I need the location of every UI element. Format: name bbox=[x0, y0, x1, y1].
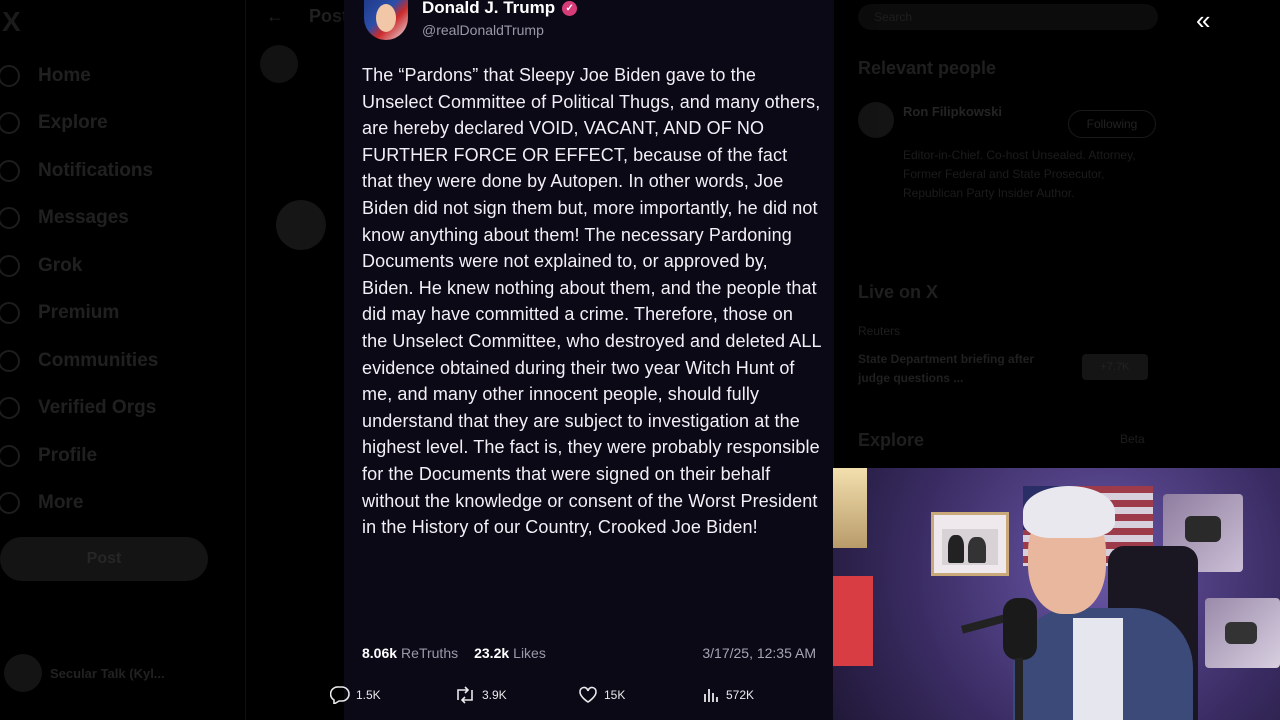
relevant-person-name[interactable]: Ron Filipkowski bbox=[903, 104, 1002, 119]
person-icon bbox=[0, 444, 20, 467]
live-source: Reuters bbox=[858, 324, 901, 338]
back-arrow-icon[interactable]: ← bbox=[266, 6, 284, 26]
framed-picture bbox=[931, 512, 1009, 576]
sidebar-item-label: Messages bbox=[38, 207, 129, 229]
following-button[interactable]: Following bbox=[1068, 110, 1156, 138]
author-name[interactable]: Donald J. Trump bbox=[422, 0, 555, 18]
views-button[interactable]: 572K bbox=[702, 686, 826, 704]
retruths-label: ReTruths bbox=[401, 645, 459, 661]
sidebar-nav: Home Explore Notifications Messages Grok Prem… bbox=[0, 52, 240, 527]
heart-icon bbox=[579, 686, 597, 703]
youtube-play-button-award bbox=[1205, 598, 1280, 668]
relevant-people-heading: Relevant people bbox=[858, 58, 997, 78]
lamp bbox=[833, 468, 867, 548]
bookshelf bbox=[833, 576, 873, 666]
sidebar-item-more[interactable]: More bbox=[0, 480, 240, 528]
like-button[interactable]: 15K bbox=[578, 686, 702, 704]
author-handle[interactable]: @realDonaldTrump bbox=[422, 22, 577, 38]
sidebar-item-grok[interactable]: Grok bbox=[0, 242, 240, 290]
sidebar-item-label: More bbox=[38, 492, 84, 514]
sidebar-item-communities[interactable]: Communities bbox=[0, 337, 240, 385]
grok-icon bbox=[0, 254, 20, 277]
x-logo[interactable]: X bbox=[2, 6, 21, 38]
post-header: ← Post bbox=[266, 6, 348, 27]
repost-icon bbox=[457, 686, 473, 704]
reply-button[interactable]: 1.5K bbox=[330, 686, 454, 704]
retruths-count: 8.06k bbox=[362, 645, 398, 661]
reply-icon bbox=[330, 686, 350, 704]
sidebar-item-profile[interactable]: Profile bbox=[0, 432, 240, 480]
sidebar-item-messages[interactable]: Messages bbox=[0, 195, 240, 243]
truth-post-card: Donald J. Trump ✓ @realDonaldTrump The “… bbox=[344, 0, 834, 720]
search-icon bbox=[0, 112, 20, 135]
reply-count: 1.5K bbox=[356, 688, 381, 702]
communities-icon bbox=[0, 349, 20, 372]
lightning-icon bbox=[0, 397, 20, 420]
live-listeners[interactable]: +7.7K bbox=[1082, 354, 1148, 380]
post-body: The “Pardons” that Sleepy Joe Biden gave… bbox=[362, 65, 821, 538]
post-action-bar: 1.5K 3.9K 15K 572K bbox=[330, 681, 840, 709]
avatar bbox=[4, 654, 42, 692]
sidebar-item-label: Explore bbox=[38, 112, 108, 134]
verified-badge-icon: ✓ bbox=[562, 0, 578, 16]
premium-icon bbox=[0, 302, 20, 325]
live-heading: Live on X bbox=[858, 282, 939, 302]
post-author: Donald J. Trump ✓ @realDonaldTrump bbox=[364, 0, 578, 40]
collapse-panel-icon[interactable]: « bbox=[1196, 7, 1210, 33]
account-name: Secular Talk (Kyl... bbox=[50, 665, 165, 681]
repost-button[interactable]: 3.9K bbox=[454, 686, 578, 704]
sidebar-item-explore[interactable]: Explore bbox=[0, 100, 240, 148]
sidebar-item-label: Verified Orgs bbox=[38, 397, 157, 419]
post-button[interactable]: Post bbox=[0, 537, 208, 581]
sidebar-item-label: Grok bbox=[38, 254, 83, 276]
webcam-overlay bbox=[833, 468, 1280, 720]
relevant-person-bio: Editor-in-Chief. Co-host Unsealed. Attor… bbox=[903, 148, 1136, 200]
mail-icon bbox=[0, 207, 20, 230]
sidebar-item-verified-orgs[interactable]: Verified Orgs bbox=[0, 385, 240, 433]
author-name-row: Donald J. Trump ✓ bbox=[422, 0, 578, 18]
microphone bbox=[1003, 598, 1037, 660]
avatar bbox=[260, 45, 298, 83]
post-date: 3/17/25, 12:35 AM bbox=[702, 645, 816, 661]
post-stats: 8.06k ReTruths 23.2k Likes 3/17/25, 12:3… bbox=[362, 645, 816, 661]
bell-icon bbox=[0, 159, 20, 182]
sidebar-item-home[interactable]: Home bbox=[0, 52, 240, 100]
live-title[interactable]: State Department briefing after judge qu… bbox=[858, 350, 1048, 388]
sidebar-item-premium[interactable]: Premium bbox=[0, 290, 240, 338]
right-sidebar: Search Relevant people Ron Filipkowski F… bbox=[840, 0, 1280, 470]
post-header-title: Post bbox=[309, 6, 349, 26]
sidebar-item-notifications[interactable]: Notifications bbox=[0, 147, 240, 195]
views-icon bbox=[704, 689, 718, 702]
likes-count: 23.2k bbox=[474, 645, 510, 661]
more-icon bbox=[0, 492, 20, 515]
explore-badge: Beta bbox=[1120, 432, 1145, 446]
sidebar-item-label: Notifications bbox=[38, 159, 154, 181]
views-count: 572K bbox=[726, 688, 755, 702]
explore-heading: Explore bbox=[858, 430, 925, 450]
search-input[interactable]: Search bbox=[858, 4, 1158, 30]
sidebar-item-label: Profile bbox=[38, 444, 98, 466]
sidebar-item-label: Communities bbox=[38, 349, 159, 371]
like-count: 15K bbox=[604, 688, 626, 702]
likes-label: Likes bbox=[513, 645, 546, 661]
home-icon bbox=[0, 64, 20, 87]
account-switcher[interactable]: Secular Talk (Kyl... bbox=[4, 654, 165, 692]
avatar bbox=[858, 102, 894, 138]
repost-count: 3.9K bbox=[482, 688, 507, 702]
sidebar-item-label: Home bbox=[38, 64, 91, 86]
sidebar-item-label: Premium bbox=[38, 302, 120, 324]
avatar bbox=[276, 200, 326, 250]
author-avatar[interactable] bbox=[364, 0, 408, 40]
